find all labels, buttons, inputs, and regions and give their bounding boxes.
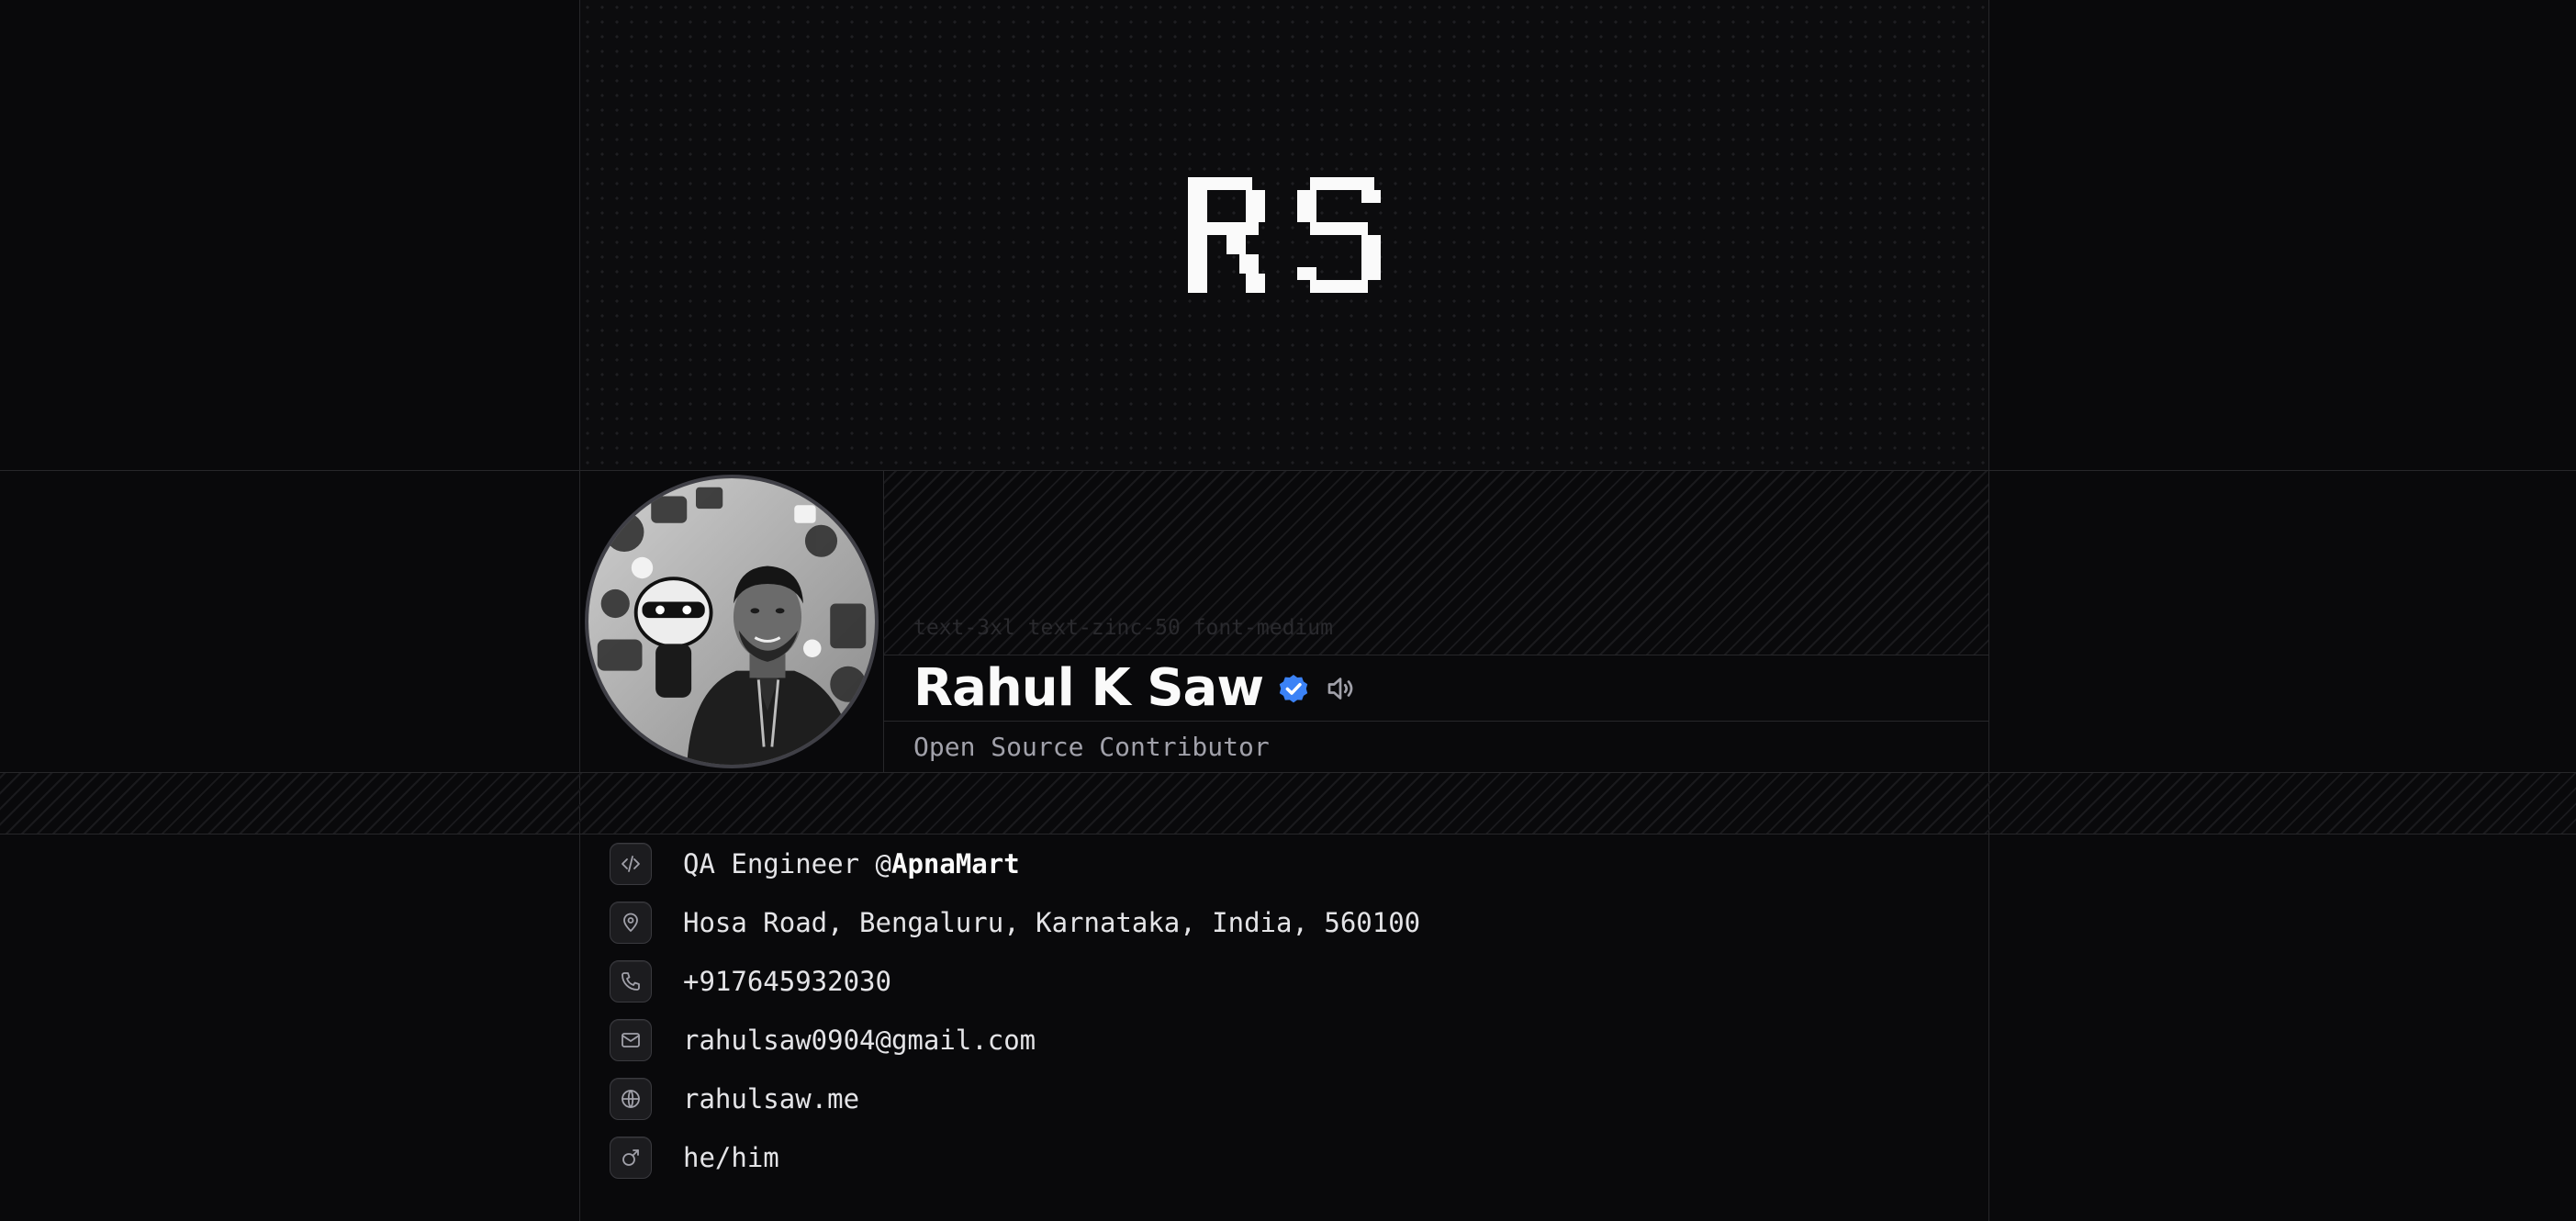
info-item-email: rahulsaw0904@gmail.com xyxy=(610,1011,1036,1070)
name-row: Rahul K Saw xyxy=(884,655,1988,722)
avatar xyxy=(585,475,879,768)
address-text: Hosa Road, Bengaluru, Karnataka, India, … xyxy=(683,907,1421,938)
phone-icon xyxy=(610,960,652,1003)
monogram-rs-graphic xyxy=(1188,177,1381,293)
tagline-row: Open Source Contributor xyxy=(884,722,1988,772)
avatar-container xyxy=(580,471,883,772)
speaker-icon[interactable] xyxy=(1324,672,1357,705)
male-icon xyxy=(610,1137,652,1179)
profile-header: text-3xl text-zinc-50 font-medium Rahul … xyxy=(580,471,1988,772)
info-item-website: rahulsaw.me xyxy=(610,1070,859,1128)
verified-badge-icon xyxy=(1276,671,1311,706)
profile-name: Rahul K Saw xyxy=(913,658,1264,718)
separator-band xyxy=(0,773,2576,834)
job-title: QA Engineer @ xyxy=(683,848,891,879)
monogram-logo xyxy=(580,0,1988,470)
website-link[interactable]: rahulsaw.me xyxy=(683,1083,859,1115)
profile-page: text-3xl text-zinc-50 font-medium Rahul … xyxy=(0,0,2576,1221)
phone-link[interactable]: +917645932030 xyxy=(683,966,891,997)
mail-icon xyxy=(610,1019,652,1061)
map-pin-icon xyxy=(610,902,652,944)
pronouns-text: he/him xyxy=(683,1142,779,1173)
info-item-phone: +917645932030 xyxy=(610,952,891,1011)
column-right-border xyxy=(1988,0,1989,1221)
overview-list: QA Engineer @ApnaMart Hosa Road, Bengalu… xyxy=(580,835,1988,1221)
info-item-pronouns: he/him xyxy=(610,1128,779,1187)
class-hint-text: text-3xl text-zinc-50 font-medium xyxy=(913,616,1333,640)
profile-tagline: Open Source Contributor xyxy=(913,732,1270,762)
email-link[interactable]: rahulsaw0904@gmail.com xyxy=(683,1025,1036,1056)
company-link[interactable]: ApnaMart xyxy=(891,848,1020,879)
job-text: QA Engineer @ApnaMart xyxy=(683,848,1020,879)
info-item-address: Hosa Road, Bengaluru, Karnataka, India, … xyxy=(610,893,1420,952)
avatar-photo xyxy=(588,478,875,765)
cover-banner xyxy=(580,0,1988,470)
globe-icon xyxy=(610,1078,652,1120)
code-icon xyxy=(610,843,652,885)
info-item-job: QA Engineer @ApnaMart xyxy=(610,835,1020,893)
